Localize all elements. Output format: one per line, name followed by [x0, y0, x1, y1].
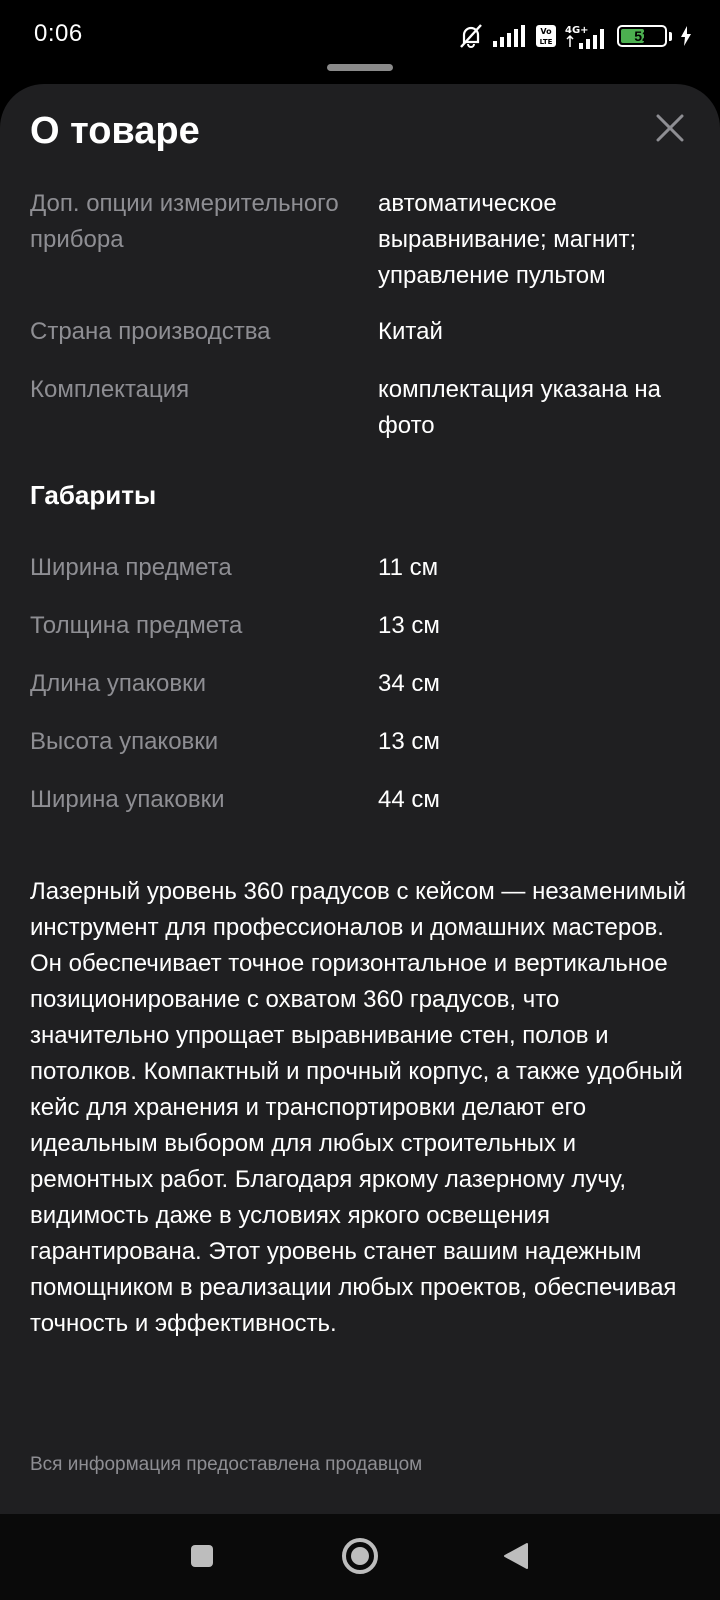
network-4g-signal-icon: 4G+ — [565, 25, 604, 49]
battery-icon: 52 — [617, 25, 667, 47]
system-nav-bar — [0, 1514, 720, 1600]
attribute-label: Доп. опции измерительного прибора — [30, 190, 339, 253]
square-icon — [191, 1545, 213, 1567]
svg-text:LTE: LTE — [540, 38, 553, 46]
attribute-label: Комплектация — [30, 376, 190, 403]
attribute-value: автоматическое выравнивание; магнит; упр… — [378, 190, 637, 289]
attribute-value: Китай — [378, 318, 443, 345]
seller-info-note: Вся информация предоставлена продавцом — [30, 1454, 423, 1475]
product-info-sheet: О товаре Доп. опции измерительного прибо… — [0, 84, 720, 1514]
home-button[interactable] — [338, 1534, 382, 1578]
signal-strength-icon — [493, 25, 525, 47]
close-button[interactable] — [648, 106, 692, 150]
volte-icon: Vo LTE — [536, 25, 556, 47]
recents-button[interactable] — [180, 1534, 224, 1578]
status-time: 0:06 — [34, 20, 83, 47]
product-description: Лазерный уровень 360 градусов с кейсом —… — [30, 878, 687, 1337]
svg-text:Vo: Vo — [540, 27, 552, 36]
attribute-value: комплектация указана на фото — [378, 376, 661, 439]
status-icons: Vo LTE 4G+ 52 — [457, 22, 692, 50]
dimension-label: Высота упаковки — [30, 728, 219, 755]
charging-bolt-icon — [681, 26, 691, 46]
dimension-value: 13 см — [378, 728, 440, 755]
back-button[interactable] — [494, 1534, 538, 1578]
dimension-label: Толщина предмета — [30, 612, 243, 639]
svg-text:4G+: 4G+ — [565, 25, 589, 36]
attribute-label: Страна производства — [30, 318, 271, 345]
circle-icon — [342, 1538, 378, 1574]
dimension-value: 34 см — [378, 670, 440, 697]
dimension-label: Ширина предмета — [30, 554, 232, 581]
dimensions-section-title: Габариты — [30, 480, 157, 510]
battery-tip — [669, 31, 672, 41]
status-bar: 0:06 Vo LTE 4G+ 52 — [0, 0, 720, 72]
dimension-value: 11 см — [378, 554, 439, 581]
dimension-value: 44 см — [378, 786, 440, 813]
dimension-label: Длина упаковки — [30, 670, 207, 697]
sheet-drag-handle[interactable] — [327, 64, 393, 71]
battery-level: 52 — [634, 28, 650, 44]
close-icon — [656, 114, 684, 142]
triangle-back-icon — [504, 1543, 528, 1569]
dimension-value: 13 см — [378, 612, 440, 639]
muted-bell-icon — [460, 24, 482, 48]
sheet-title: О товаре — [30, 110, 200, 152]
dimension-label: Ширина упаковки — [30, 786, 225, 813]
